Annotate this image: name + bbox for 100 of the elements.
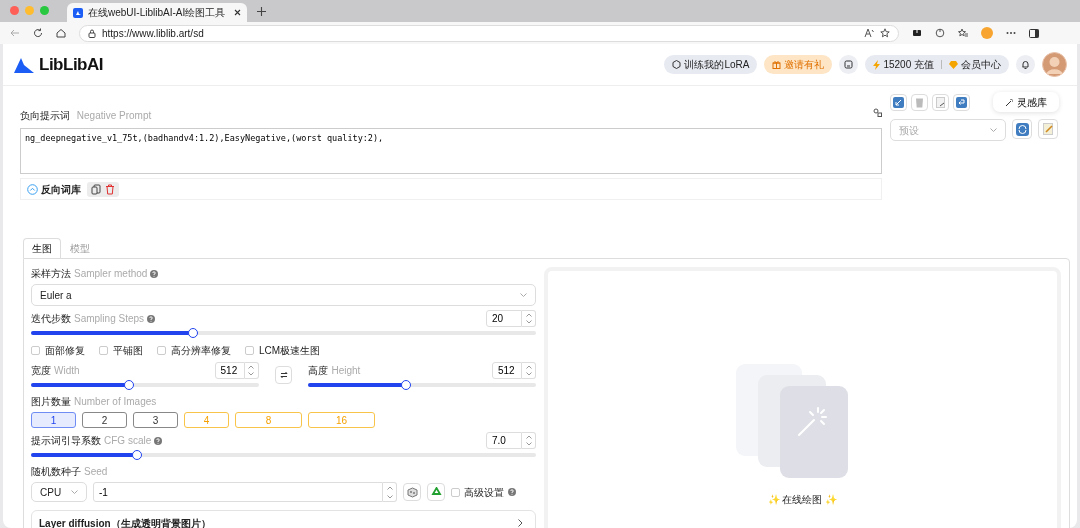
help-icon: [508, 488, 516, 496]
read-aloud-icon[interactable]: [864, 28, 874, 38]
field-label: 迭代步数: [31, 312, 71, 326]
decrement-icon[interactable]: [525, 442, 532, 447]
close-window-icon[interactable]: [10, 6, 19, 15]
edit-icon: [1042, 123, 1054, 135]
sidebar-icon[interactable]: [1029, 28, 1039, 38]
magic-wand-icon: [1005, 97, 1014, 107]
trash-icon: [915, 97, 924, 108]
checkbox-label[interactable]: LCM极速生图: [259, 343, 321, 358]
checkbox-label[interactable]: 平铺图: [113, 343, 143, 358]
image-count-option[interactable]: 2: [82, 412, 127, 428]
slider-thumb[interactable]: [132, 450, 143, 460]
swap-button[interactable]: [274, 365, 293, 384]
notification-button[interactable]: [1016, 55, 1035, 74]
favorites-icon[interactable]: [958, 28, 968, 38]
lightning-icon: [873, 59, 881, 70]
slider-thumb[interactable]: [123, 380, 134, 390]
field-label: Seed: [84, 465, 108, 479]
lock-icon: [88, 28, 96, 38]
slider-track[interactable]: [308, 383, 536, 387]
number-field[interactable]: 20: [486, 310, 522, 327]
tab-title: 在线webUI-LiblibAI-AI绘图工具: [88, 6, 226, 20]
field-label: Width: [54, 364, 80, 378]
device-select[interactable]: CPU: [31, 482, 87, 502]
reload-icon[interactable]: [33, 28, 43, 38]
train-lora-button[interactable]: 训练我的LoRA: [664, 55, 758, 74]
site-favicon-icon: [73, 7, 83, 18]
help-icon: [154, 436, 163, 445]
swap-icon: [279, 370, 288, 379]
extension-icon[interactable]: [912, 28, 922, 38]
member-center-link[interactable]: 会员中心: [961, 57, 1001, 72]
logo-text: LibLibAI: [39, 53, 103, 76]
checkbox[interactable]: [245, 346, 254, 355]
number-field[interactable]: 512: [214, 362, 245, 379]
number-field[interactable]: 512: [492, 362, 522, 379]
hexagon-icon: [672, 60, 682, 69]
sampler-select[interactable]: Euler a: [31, 284, 536, 306]
checkbox[interactable]: [99, 346, 108, 355]
profile-icon[interactable]: [981, 27, 993, 39]
more-icon[interactable]: [1006, 31, 1016, 35]
chevron-down-icon: [520, 293, 527, 297]
field-label: 负向提示词: [20, 110, 70, 121]
slider-thumb[interactable]: [187, 328, 198, 338]
browser-tab[interactable]: 在线webUI-LiblibAI-AI绘图工具: [67, 3, 247, 22]
decrement-icon[interactable]: [525, 372, 532, 377]
close-icon[interactable]: [234, 9, 241, 16]
library-label[interactable]: 反向词库: [41, 181, 81, 197]
decrement-icon[interactable]: [386, 494, 393, 499]
checkbox[interactable]: [451, 487, 460, 497]
field-label: 图片数量: [31, 395, 71, 409]
field-label: 采样方法: [31, 267, 71, 281]
gift-icon: [772, 60, 782, 69]
inspiration-button[interactable]: 灵感库: [993, 92, 1059, 112]
increment-icon[interactable]: [525, 312, 532, 317]
decrement-icon[interactable]: [248, 372, 254, 377]
decrement-icon[interactable]: [525, 320, 532, 325]
checkbox[interactable]: [157, 346, 166, 355]
trash-button[interactable]: [911, 94, 928, 111]
checkbox[interactable]: [31, 346, 40, 355]
slider-thumb[interactable]: [401, 380, 412, 390]
field-label: Sampler method: [74, 267, 148, 281]
increment-icon[interactable]: [248, 364, 254, 369]
field-label: Number of Images: [74, 395, 157, 409]
import-button[interactable]: [890, 94, 907, 111]
folder-button[interactable]: [839, 55, 859, 74]
seed-field[interactable]: -1: [93, 482, 383, 502]
home-icon[interactable]: [56, 28, 66, 38]
credits-link[interactable]: 15200 充值: [883, 57, 934, 72]
star-icon[interactable]: [880, 28, 890, 38]
increment-icon[interactable]: [525, 364, 532, 369]
negative-prompt-field[interactable]: ng_deepnegative_v1_75t,(badhandv4:1.2),EasyNegative,(worst quality:2),: [20, 128, 882, 174]
checkbox-label[interactable]: 高分辨率修复: [171, 343, 231, 358]
undo-button[interactable]: [953, 94, 970, 111]
dice-button[interactable]: [403, 483, 421, 501]
image-count-option[interactable]: 1: [31, 412, 76, 428]
number-field[interactable]: 7.0: [486, 432, 522, 449]
checkbox-label[interactable]: 面部修复: [45, 343, 85, 358]
increment-icon[interactable]: [525, 434, 532, 439]
new-tab-icon[interactable]: [257, 7, 266, 16]
increment-icon[interactable]: [386, 485, 393, 490]
field-label: 高度: [308, 364, 329, 378]
avatar[interactable]: [1042, 52, 1067, 77]
trash-icon[interactable]: [105, 183, 115, 195]
layer-diffusion-row[interactable]: Layer diffusion（生成透明背景图片）: [31, 510, 536, 528]
checkbox-label[interactable]: 高级设置: [464, 484, 504, 500]
back-arrow-icon[interactable]: [10, 28, 20, 38]
image-count-option[interactable]: 3: [133, 412, 178, 428]
tab[interactable]: 生图: [23, 238, 61, 258]
slider-track[interactable]: [31, 383, 259, 387]
collapse-icon[interactable]: [27, 183, 38, 195]
slider-track[interactable]: [31, 331, 536, 335]
field-label: Negative Prompt: [76, 110, 152, 121]
recycle-button[interactable]: [427, 483, 445, 501]
edit-button[interactable]: [1038, 119, 1058, 139]
refresh-button[interactable]: [1012, 119, 1032, 139]
copy-icon[interactable]: [91, 183, 101, 195]
field-label: 随机数种子: [31, 465, 81, 479]
address-bar[interactable]: https://www.liblib.art/sd: [79, 24, 899, 42]
field-label: CFG scale: [104, 434, 152, 448]
